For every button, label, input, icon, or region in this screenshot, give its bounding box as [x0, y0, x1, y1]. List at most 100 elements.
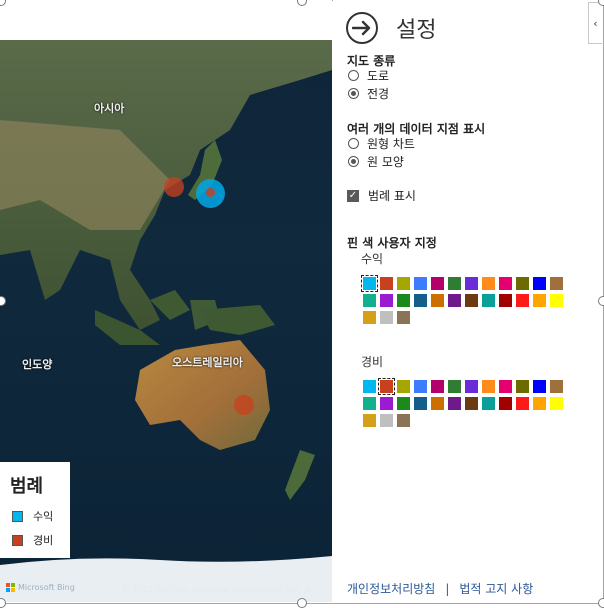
revenue-color-swatch-26[interactable] — [380, 311, 393, 324]
label-australia: 오스트레일리아 — [172, 356, 243, 369]
revenue-color-swatch-5[interactable] — [431, 277, 444, 290]
map-copyright: © 2022 TomTom, Earthstar Geographics SIO… — [122, 585, 313, 594]
pin-colors-title: 핀 색 사용자 지정 — [347, 236, 437, 250]
panel-title: 설정 — [396, 18, 437, 43]
revenue-color-swatch-14[interactable] — [380, 294, 393, 307]
legend-label-expense: 경비 — [33, 534, 54, 547]
radio-aerial[interactable] — [348, 88, 359, 99]
revenue-color-swatch-15[interactable] — [397, 294, 410, 307]
expense-color-swatch-6[interactable] — [448, 380, 461, 393]
expense-color-swatch-14[interactable] — [380, 397, 393, 410]
resize-handle-bottom-right[interactable] — [598, 598, 604, 608]
expense-color-swatch-1[interactable] — [363, 380, 376, 393]
revenue-color-swatch-7[interactable] — [465, 277, 478, 290]
circle-label: 원 모양 — [367, 155, 404, 169]
revenue-color-swatch-12[interactable] — [550, 277, 563, 290]
data-bubble-korea[interactable] — [164, 177, 184, 197]
map-type-aerial-option[interactable]: 전경 — [348, 85, 389, 102]
revenue-color-swatch-11[interactable] — [533, 277, 546, 290]
revenue-color-swatch-23[interactable] — [533, 294, 546, 307]
expense-color-swatch-25[interactable] — [363, 414, 376, 427]
pie-chart-option[interactable]: 원형 차트 — [348, 135, 415, 152]
radio-pie-chart[interactable] — [348, 138, 359, 149]
revenue-color-swatch-2[interactable] — [380, 277, 393, 290]
footer-separator: | — [445, 581, 450, 596]
expense-color-swatch-10[interactable] — [516, 380, 529, 393]
expense-color-swatch-13[interactable] — [363, 397, 376, 410]
expense-color-swatch-4[interactable] — [414, 380, 427, 393]
revenue-color-swatch-4[interactable] — [414, 277, 427, 290]
expense-color-swatch-24[interactable] — [550, 397, 563, 410]
legal-link[interactable]: 법적 고지 사항 — [459, 580, 533, 597]
revenue-color-swatch-6[interactable] — [448, 277, 461, 290]
map-type-road-label: 도로 — [367, 69, 390, 83]
expense-color-swatch-12[interactable] — [550, 380, 563, 393]
expense-color-swatch-17[interactable] — [431, 397, 444, 410]
revenue-color-swatch-8[interactable] — [482, 277, 495, 290]
map-legend: 범례 수익 경비 — [0, 462, 70, 558]
resize-handle-bottom-center[interactable] — [297, 598, 307, 608]
revenue-color-swatch-9[interactable] — [499, 277, 512, 290]
revenue-color-swatch-27[interactable] — [397, 311, 410, 324]
expense-color-swatch-5[interactable] — [431, 380, 444, 393]
resize-handle-bottom-left[interactable] — [0, 598, 6, 608]
expense-color-swatch-15[interactable] — [397, 397, 410, 410]
radio-circle[interactable] — [348, 156, 359, 167]
expense-color-swatch-27[interactable] — [397, 414, 410, 427]
expense-color-swatch-3[interactable] — [397, 380, 410, 393]
revenue-color-palette — [361, 275, 563, 324]
expense-color-swatch-16[interactable] — [414, 397, 427, 410]
revenue-color-label: 수익 — [361, 252, 384, 266]
expense-color-swatch-11[interactable] — [533, 380, 546, 393]
revenue-color-swatch-10[interactable] — [516, 277, 529, 290]
legend-item-revenue: 수익 — [12, 508, 53, 524]
revenue-color-swatch-3[interactable] — [397, 277, 410, 290]
chevron-left-icon: ‹ — [593, 16, 598, 30]
show-legend-label: 범례 표시 — [368, 189, 416, 203]
map-canvas[interactable]: 아시아 인도양 오스트레일리아 범례 수익 경비 Microsoft Bing … — [0, 0, 332, 602]
label-indian-ocean: 인도양 — [22, 358, 53, 371]
expense-color-swatch-20[interactable] — [482, 397, 495, 410]
legend-title: 범례 — [10, 476, 44, 497]
revenue-color-swatch-16[interactable] — [414, 294, 427, 307]
legend-swatch-revenue — [12, 510, 23, 522]
radio-road[interactable] — [348, 70, 359, 81]
revenue-color-swatch-19[interactable] — [465, 294, 478, 307]
revenue-color-swatch-21[interactable] — [499, 294, 512, 307]
revenue-color-swatch-1[interactable] — [361, 275, 378, 292]
revenue-color-swatch-13[interactable] — [363, 294, 376, 307]
show-legend-checkbox[interactable]: ✓ — [347, 189, 359, 202]
legend-swatch-expense — [12, 534, 23, 546]
revenue-color-swatch-24[interactable] — [550, 294, 563, 307]
resize-handle-middle-right[interactable] — [598, 296, 604, 306]
revenue-color-swatch-17[interactable] — [431, 294, 444, 307]
revenue-color-swatch-22[interactable] — [516, 294, 529, 307]
expense-color-swatch-2[interactable] — [378, 378, 395, 395]
expense-color-swatch-22[interactable] — [516, 397, 529, 410]
expense-color-palette — [363, 378, 563, 427]
expense-color-swatch-21[interactable] — [499, 397, 512, 410]
revenue-color-swatch-20[interactable] — [482, 294, 495, 307]
revenue-color-swatch-18[interactable] — [448, 294, 461, 307]
expense-color-label: 경비 — [361, 355, 384, 369]
back-button[interactable] — [346, 12, 378, 44]
expense-color-swatch-19[interactable] — [465, 397, 478, 410]
data-bubble-australia[interactable] — [234, 395, 254, 415]
data-bubble-japan-inner[interactable] — [206, 188, 215, 197]
revenue-color-swatch-25[interactable] — [363, 311, 376, 324]
expense-color-swatch-7[interactable] — [465, 380, 478, 393]
legend-item-expense: 경비 — [12, 532, 53, 548]
expense-color-swatch-18[interactable] — [448, 397, 461, 410]
map-type-road-option[interactable]: 도로 — [348, 67, 389, 84]
collapse-button[interactable]: ‹ — [588, 2, 602, 44]
circle-option[interactable]: 원 모양 — [348, 153, 404, 170]
privacy-link[interactable]: 개인정보처리방침 — [347, 580, 435, 597]
bing-logo-text: Microsoft Bing — [18, 583, 75, 592]
expense-color-swatch-9[interactable] — [499, 380, 512, 393]
label-asia: 아시아 — [94, 102, 125, 115]
show-legend-option[interactable]: ✓ 범례 표시 — [347, 187, 416, 204]
expense-color-swatch-23[interactable] — [533, 397, 546, 410]
expense-color-swatch-8[interactable] — [482, 380, 495, 393]
expense-color-swatch-26[interactable] — [380, 414, 393, 427]
arrow-right-icon — [352, 20, 371, 36]
